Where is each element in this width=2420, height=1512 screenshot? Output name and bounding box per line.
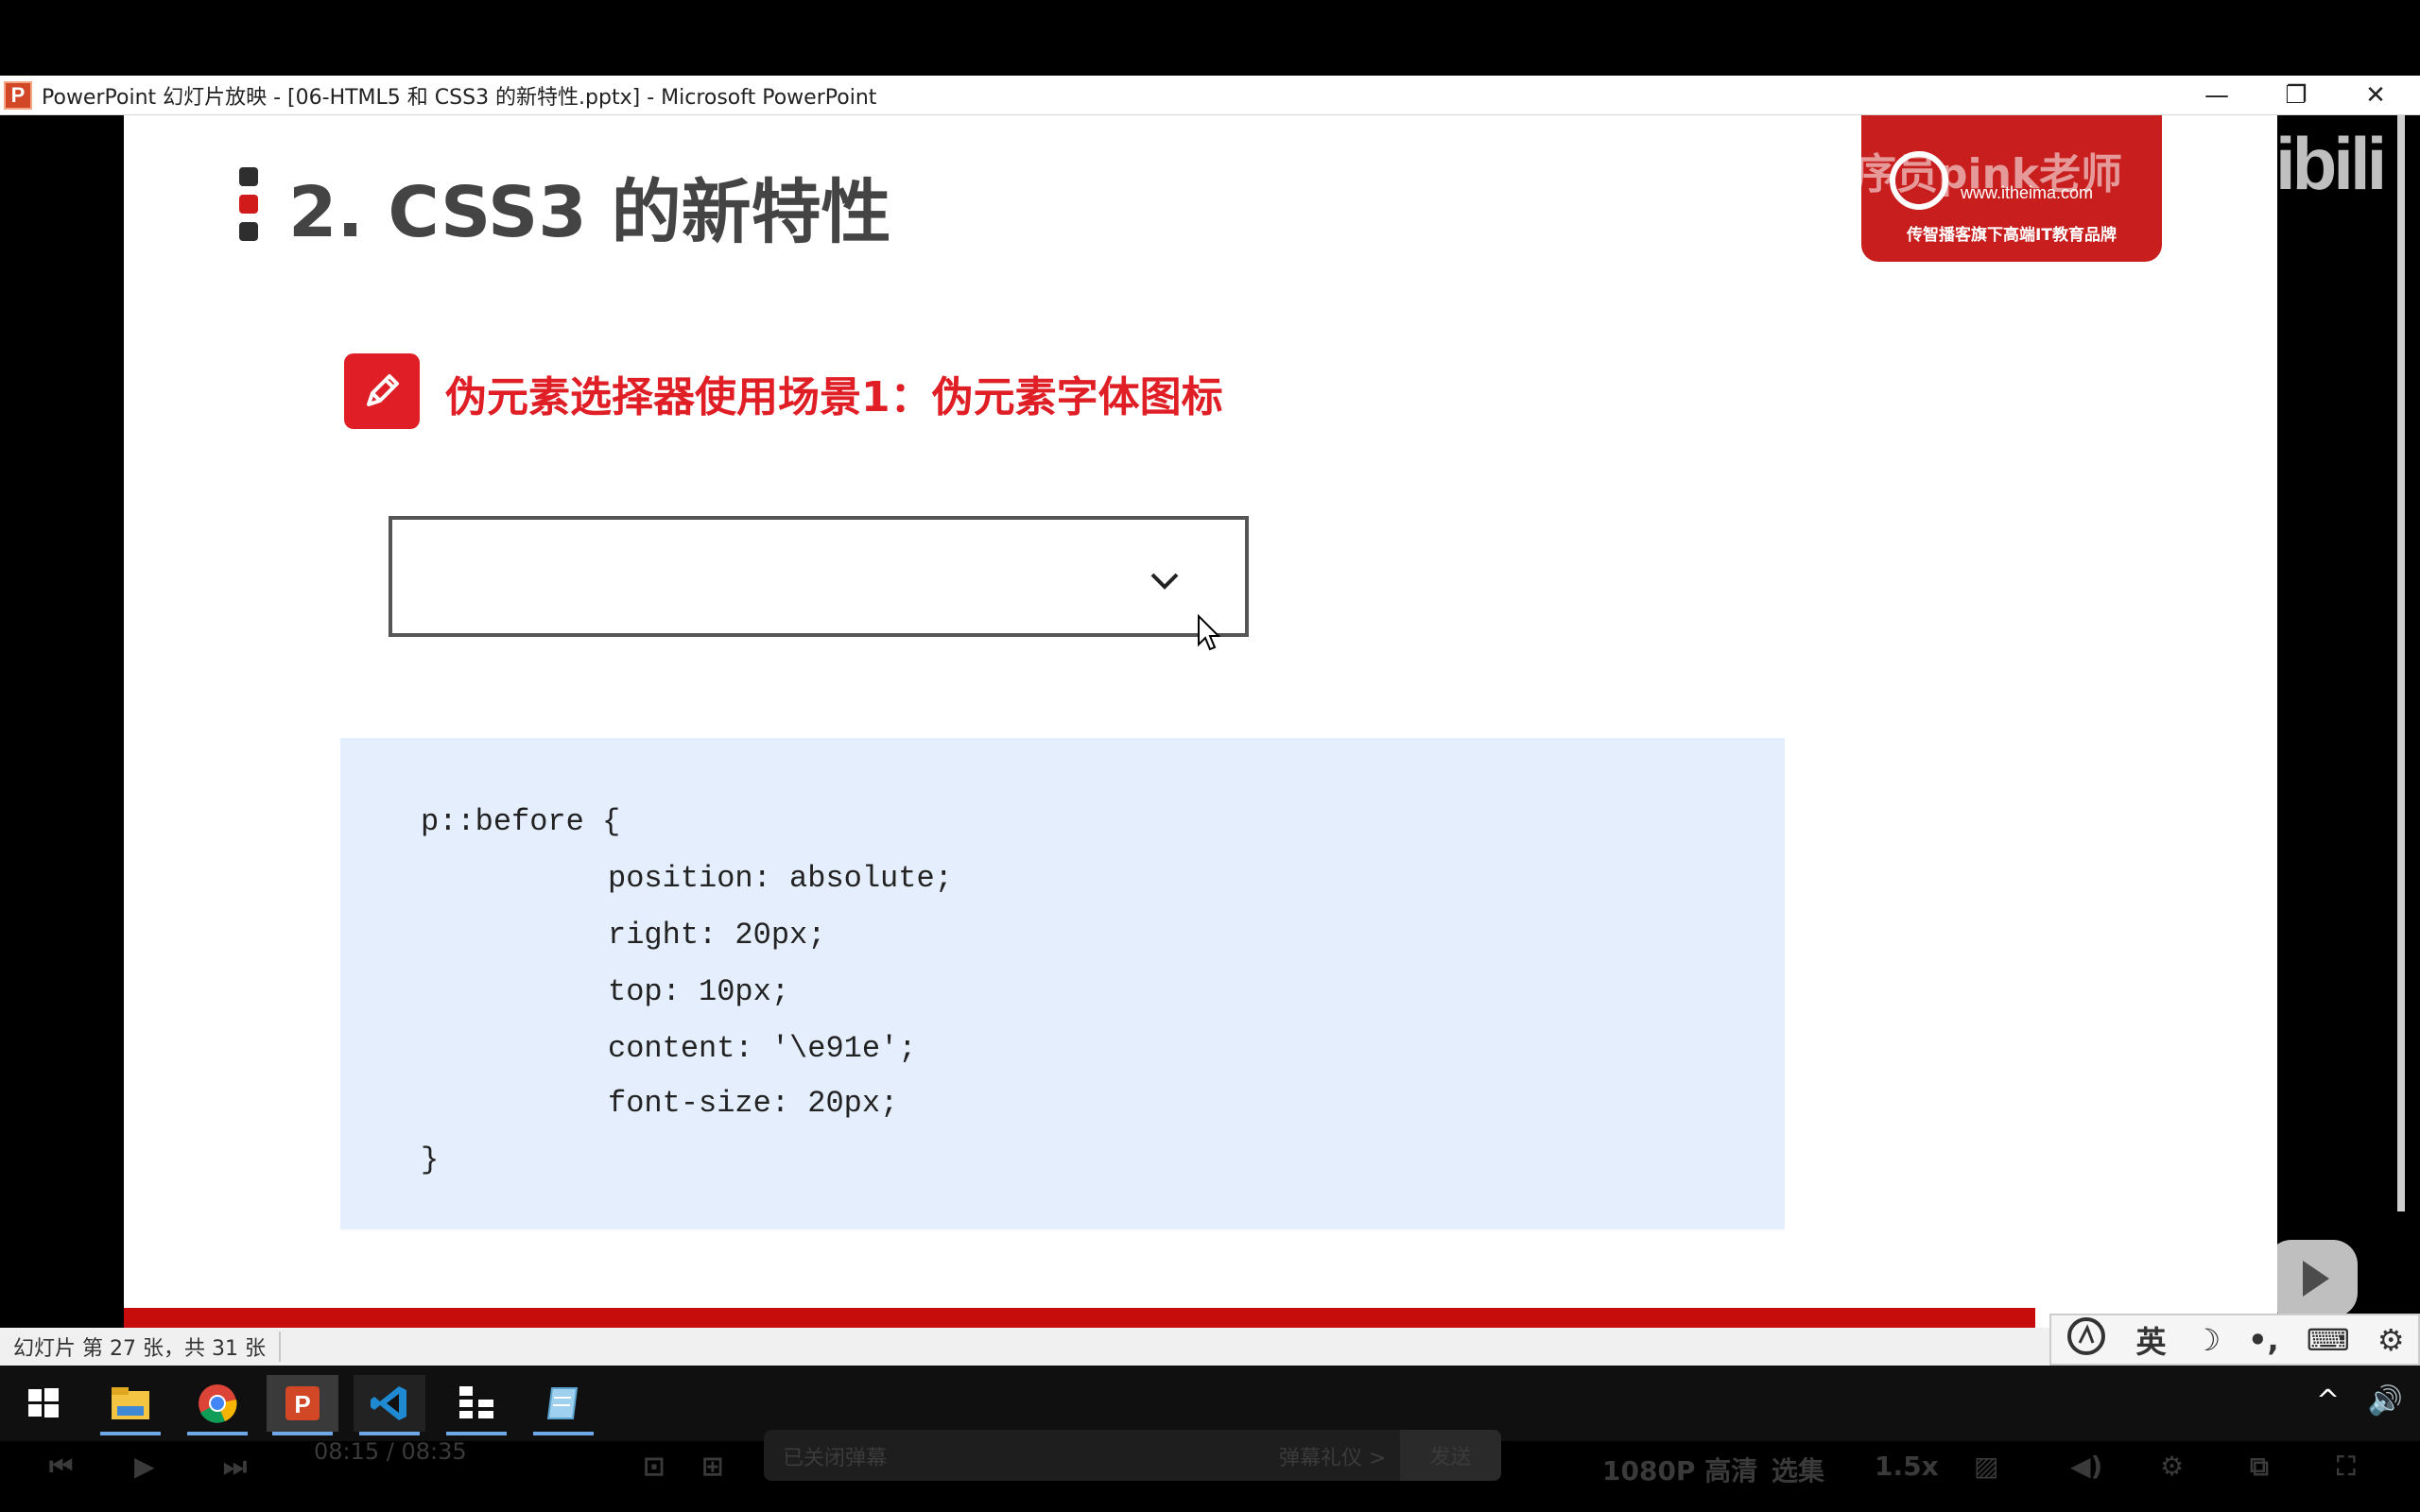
right-scrollbar[interactable] bbox=[2397, 115, 2405, 1211]
powerpoint-icon[interactable]: P bbox=[267, 1375, 338, 1435]
notepad-icon[interactable] bbox=[527, 1375, 599, 1435]
play-icon[interactable]: ▶ bbox=[134, 1451, 155, 1482]
minimize-button[interactable]: — bbox=[2178, 76, 2256, 115]
subtitle-off-icon[interactable]: ▨ bbox=[1974, 1451, 1998, 1482]
ime-lang-toggle[interactable]: 英 bbox=[2135, 1318, 2166, 1362]
danmaku-placeholder: 已关闭弹幕 bbox=[783, 1447, 888, 1470]
bilibili-logo: bilibili bbox=[2201, 122, 2387, 205]
powerpoint-app-icon: P bbox=[4, 80, 32, 110]
ime-toolbar: 英 ☽ •, ⌨ ⚙ bbox=[2049, 1314, 2420, 1366]
windows-start-icon[interactable] bbox=[8, 1375, 79, 1432]
powerpoint-statusbar: 幻灯片 第 27 张，共 31 张 bbox=[0, 1328, 2049, 1366]
volume-control-icon[interactable]: ◀) bbox=[2070, 1451, 2102, 1482]
danmaku-send-button[interactable]: 发送 bbox=[1400, 1430, 1501, 1481]
danmaku-settings-icon[interactable]: ⊞ bbox=[701, 1451, 723, 1482]
code-line: top: 10px; bbox=[608, 974, 790, 1009]
play-button-icon[interactable] bbox=[2267, 1240, 2358, 1317]
slide-counter: 幻灯片 第 27 张，共 31 张 bbox=[13, 1332, 281, 1362]
footer-red-bar bbox=[124, 1308, 2035, 1328]
time-display: 08:15 / 08:35 bbox=[314, 1438, 467, 1465]
restore-button[interactable]: ❐ bbox=[2257, 76, 2335, 115]
demo-select-box[interactable] bbox=[389, 516, 1249, 637]
danmaku-input[interactable]: 已关闭弹幕 弹幕礼仪 > 发送 bbox=[764, 1430, 1501, 1481]
moon-icon[interactable]: ☽ bbox=[2193, 1322, 2221, 1358]
mouse-cursor-icon bbox=[1198, 614, 1221, 651]
code-line: position: absolute; bbox=[608, 861, 953, 896]
slide-title: 2. CSS3 的新特性 bbox=[288, 172, 891, 253]
danmaku-toggle-icon[interactable]: ⊡ bbox=[643, 1451, 665, 1482]
file-explorer-icon[interactable] bbox=[95, 1375, 166, 1435]
section-heading: 伪元素选择器使用场景1：伪元素字体图标 bbox=[445, 373, 1223, 421]
quality-button[interactable]: 1080P 高清 bbox=[1602, 1451, 1757, 1488]
chrome-icon[interactable] bbox=[182, 1375, 253, 1435]
code-line: p::before { bbox=[421, 804, 621, 839]
episodes-button[interactable]: 选集 bbox=[1772, 1451, 1824, 1488]
code-line: } bbox=[421, 1143, 440, 1177]
next-icon[interactable]: ⏭ bbox=[223, 1451, 247, 1483]
title-bullet-icon bbox=[239, 167, 258, 241]
keyboard-icon[interactable]: ⌨ bbox=[2307, 1322, 2350, 1358]
app-tool-icon[interactable] bbox=[441, 1375, 512, 1435]
close-button[interactable]: ✕ bbox=[2337, 76, 2414, 115]
code-line: font-size: 20px; bbox=[608, 1086, 899, 1121]
slide-canvas[interactable]: 2. CSS3 的新特性 www.itheima.com 传智播客旗下高端IT教… bbox=[124, 115, 2277, 1328]
previous-icon[interactable]: ⏮ bbox=[49, 1451, 73, 1483]
punctuation-icon[interactable]: •, bbox=[2248, 1322, 2279, 1358]
picture-in-picture-icon[interactable]: ⧉ bbox=[2250, 1451, 2269, 1483]
watermark-text: 黑马程序员pink老师 bbox=[1730, 150, 2123, 198]
window-titlebar: P PowerPoint 幻灯片放映 - [06-HTML5 和 CSS3 的新… bbox=[0, 76, 2420, 115]
code-block: p::before { position: absolute; right: 2… bbox=[340, 738, 1785, 1229]
window-title: PowerPoint 幻灯片放映 - [06-HTML5 和 CSS3 的新特性… bbox=[42, 85, 877, 110]
code-line: right: 20px; bbox=[608, 918, 826, 953]
vscode-icon[interactable] bbox=[354, 1375, 425, 1435]
ime-logo-icon[interactable] bbox=[2065, 1314, 2108, 1366]
danmaku-etiquette-link[interactable]: 弹幕礼仪 > bbox=[1279, 1441, 1386, 1471]
gear-icon[interactable]: ⚙ bbox=[2377, 1322, 2405, 1358]
chevron-down-icon bbox=[1150, 573, 1179, 590]
logo-slogan: 传智播客旗下高端IT教育品牌 bbox=[1907, 226, 2117, 245]
volume-icon[interactable]: 🔊 bbox=[2368, 1384, 2403, 1418]
code-line: content: '\e91e'; bbox=[608, 1031, 917, 1066]
system-tray: ^ 🔊 bbox=[2316, 1384, 2403, 1418]
player-settings-icon[interactable]: ⚙ bbox=[2160, 1451, 2184, 1482]
tray-chevron-icon[interactable]: ^ bbox=[2316, 1384, 2340, 1418]
svg-text:P: P bbox=[294, 1390, 310, 1418]
fullscreen-icon[interactable]: ⛶ bbox=[2337, 1451, 2356, 1483]
pencil-icon bbox=[344, 353, 420, 429]
speed-button[interactable]: 1.5x bbox=[1875, 1451, 1939, 1482]
